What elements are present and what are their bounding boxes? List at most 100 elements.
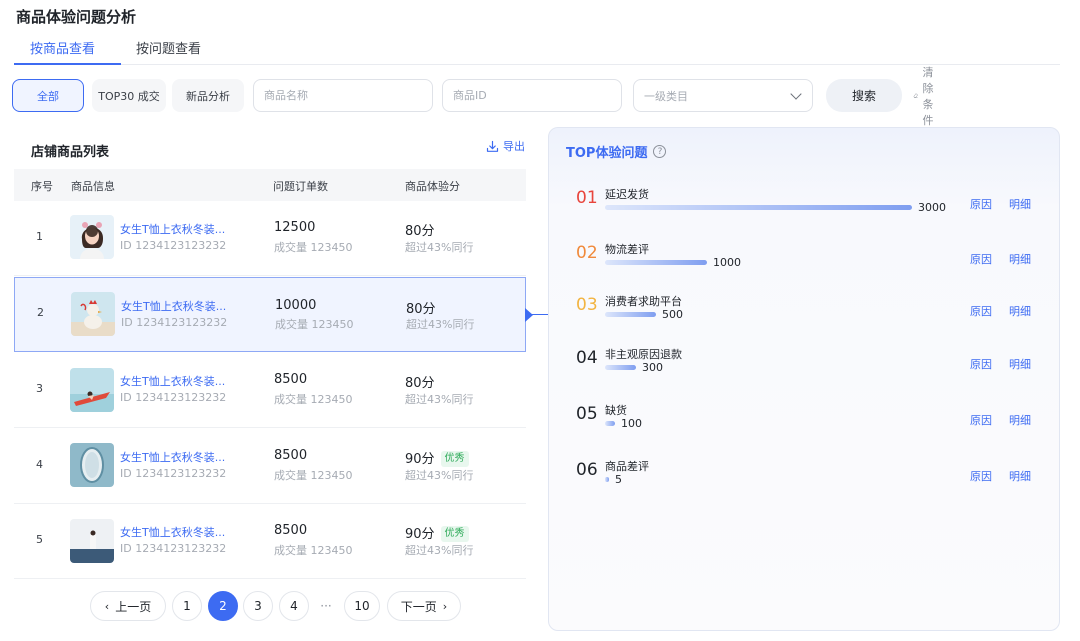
deal-volume: 成交量 123450: [274, 469, 353, 482]
issue-count: 300: [642, 361, 663, 374]
issue-detail-link[interactable]: 明细: [1009, 303, 1031, 319]
product-name-link[interactable]: 女生T恤上衣秋冬装...: [120, 524, 225, 540]
experience-score: 80分: [406, 298, 436, 317]
category-select[interactable]: 一级类目: [633, 79, 813, 112]
issue-detail-link[interactable]: 明细: [1009, 196, 1031, 212]
issue-detail-link[interactable]: 明细: [1009, 356, 1031, 372]
product-thumbnail: [70, 215, 114, 259]
next-page-label: 下一页: [400, 599, 437, 614]
table-row-selected[interactable]: 2 女生T恤上衣秋冬装... ID 1234123123232 10000 成交…: [14, 277, 526, 352]
page-title: 商品体验问题分析: [16, 8, 137, 26]
issue-reason-link[interactable]: 原因: [970, 196, 992, 212]
issue-order-count: 8500: [274, 448, 308, 463]
issue-detail-link[interactable]: 明细: [1009, 468, 1031, 484]
pagination: ‹ 上一页 1 2 3 4 ··· 10 下一页 ›: [0, 591, 540, 621]
product-id: ID 1234123123232: [120, 467, 227, 480]
export-button[interactable]: 导出: [486, 138, 525, 154]
peer-comparison: 超过43%同行: [406, 318, 475, 331]
product-list-title: 店铺商品列表: [31, 145, 110, 160]
column-header-score: 商品体验分: [405, 180, 460, 193]
score-value: 80分: [406, 302, 436, 317]
product-id: ID 1234123123232: [121, 316, 228, 329]
experience-score: 90分 优秀: [405, 448, 469, 467]
clear-filters-button[interactable]: 清除条件: [913, 66, 941, 127]
top-issues-title: TOP体验问题 ?: [566, 142, 667, 161]
filter-chip-new[interactable]: 新品分析: [172, 79, 244, 112]
page-button[interactable]: 3: [243, 591, 273, 621]
issue-item: 02 物流差评 1000 原因 明细: [549, 243, 1061, 283]
product-name-link[interactable]: 女生T恤上衣秋冬装...: [120, 373, 225, 389]
issue-reason-link[interactable]: 原因: [970, 251, 992, 267]
issue-item: 03 消费者求助平台 500 原因 明细: [549, 295, 1061, 335]
score-value: 80分: [405, 376, 435, 391]
chevron-down-icon: [790, 88, 802, 100]
search-button[interactable]: 搜索: [826, 79, 902, 112]
column-header-no: 序号: [31, 180, 53, 193]
page-button-current[interactable]: 2: [208, 591, 238, 621]
tab-by-issue[interactable]: 按问题查看: [136, 38, 201, 57]
filter-chip-all[interactable]: 全部: [12, 79, 84, 112]
issue-name: 缺货: [605, 404, 627, 417]
top-issues-title-text: TOP体验问题: [566, 146, 648, 161]
product-id-input[interactable]: [453, 89, 621, 102]
eraser-icon: [913, 93, 918, 98]
row-number: 4: [36, 458, 43, 471]
active-tab-indicator: [14, 63, 121, 65]
issue-name: 非主观原因退款: [605, 348, 682, 361]
product-thumbnail: [70, 519, 114, 563]
help-icon[interactable]: ?: [653, 145, 667, 158]
issue-detail-link[interactable]: 明细: [1009, 251, 1031, 267]
issue-reason-link[interactable]: 原因: [970, 412, 992, 428]
issue-order-count: 12500: [274, 220, 316, 235]
tab-by-product[interactable]: 按商品查看: [30, 38, 95, 57]
issue-item: 01 延迟发货 3000 原因 明细: [549, 188, 1061, 228]
page-button[interactable]: 4: [279, 591, 309, 621]
product-name-input[interactable]: [264, 89, 432, 102]
issue-count-bar: [605, 205, 912, 210]
issue-reason-link[interactable]: 原因: [970, 468, 992, 484]
row-number: 5: [36, 533, 43, 546]
filter-chip-top30[interactable]: TOP30 成交: [92, 79, 166, 112]
product-id-field: [442, 79, 622, 112]
product-name-field: [253, 79, 433, 112]
top-issues-panel: TOP体验问题 ? 01 延迟发货 3000 原因 明细 02 物流差评 1000 原因 明细 03…: [548, 127, 1060, 631]
next-page-button[interactable]: 下一页 ›: [387, 591, 461, 621]
product-name-link[interactable]: 女生T恤上衣秋冬装...: [120, 449, 225, 465]
export-icon: [486, 140, 499, 152]
table-row[interactable]: 3 女生T恤上衣秋冬装... ID 1234123123232 8500 成交量…: [14, 353, 526, 428]
page-ellipsis: ···: [311, 591, 341, 621]
column-header-orders: 问题订单数: [273, 180, 328, 193]
issue-rank: 05: [576, 404, 598, 424]
selected-row-connector: [532, 314, 549, 315]
experience-score: 90分 优秀: [405, 523, 469, 542]
product-id: ID 1234123123232: [120, 391, 227, 404]
excellent-badge: 优秀: [440, 526, 469, 542]
score-value: 90分: [405, 452, 435, 467]
page-button[interactable]: 1: [172, 591, 202, 621]
issue-reason-link[interactable]: 原因: [970, 303, 992, 319]
issue-reason-link[interactable]: 原因: [970, 356, 992, 372]
chevron-left-icon: ‹: [104, 599, 110, 613]
peer-comparison: 超过43%同行: [405, 241, 474, 254]
issue-name: 消费者求助平台: [605, 295, 682, 308]
export-label: 导出: [503, 140, 525, 153]
issue-count-bar: [605, 421, 615, 426]
prev-page-button[interactable]: ‹ 上一页: [90, 591, 166, 621]
issue-name: 物流差评: [605, 243, 649, 256]
view-tabs: 按商品查看 按问题查看: [14, 30, 1060, 65]
selected-row-pointer: [525, 308, 533, 322]
product-name-link[interactable]: 女生T恤上衣秋冬装...: [120, 221, 225, 237]
product-name-link[interactable]: 女生T恤上衣秋冬装...: [121, 298, 226, 314]
issue-rank: 02: [576, 243, 598, 263]
issue-detail-link[interactable]: 明细: [1009, 412, 1031, 428]
page-button[interactable]: 10: [344, 591, 380, 621]
issue-count: 5: [615, 473, 622, 486]
product-thumbnail: [70, 368, 114, 412]
experience-score: 80分: [405, 220, 435, 239]
score-value: 90分: [405, 527, 435, 542]
deal-volume: 成交量 123450: [274, 241, 353, 254]
table-row[interactable]: 5 女生T恤上衣秋冬装... ID 1234123123232 8500 成交量…: [14, 504, 526, 579]
issue-rank: 04: [576, 348, 598, 368]
table-row[interactable]: 1 女生T恤上衣秋冬装... ID 1234123123232 12500 成交…: [14, 201, 526, 276]
table-row[interactable]: 4 女生T恤上衣秋冬装... ID 1234123123232 8500 成交量…: [14, 429, 526, 504]
